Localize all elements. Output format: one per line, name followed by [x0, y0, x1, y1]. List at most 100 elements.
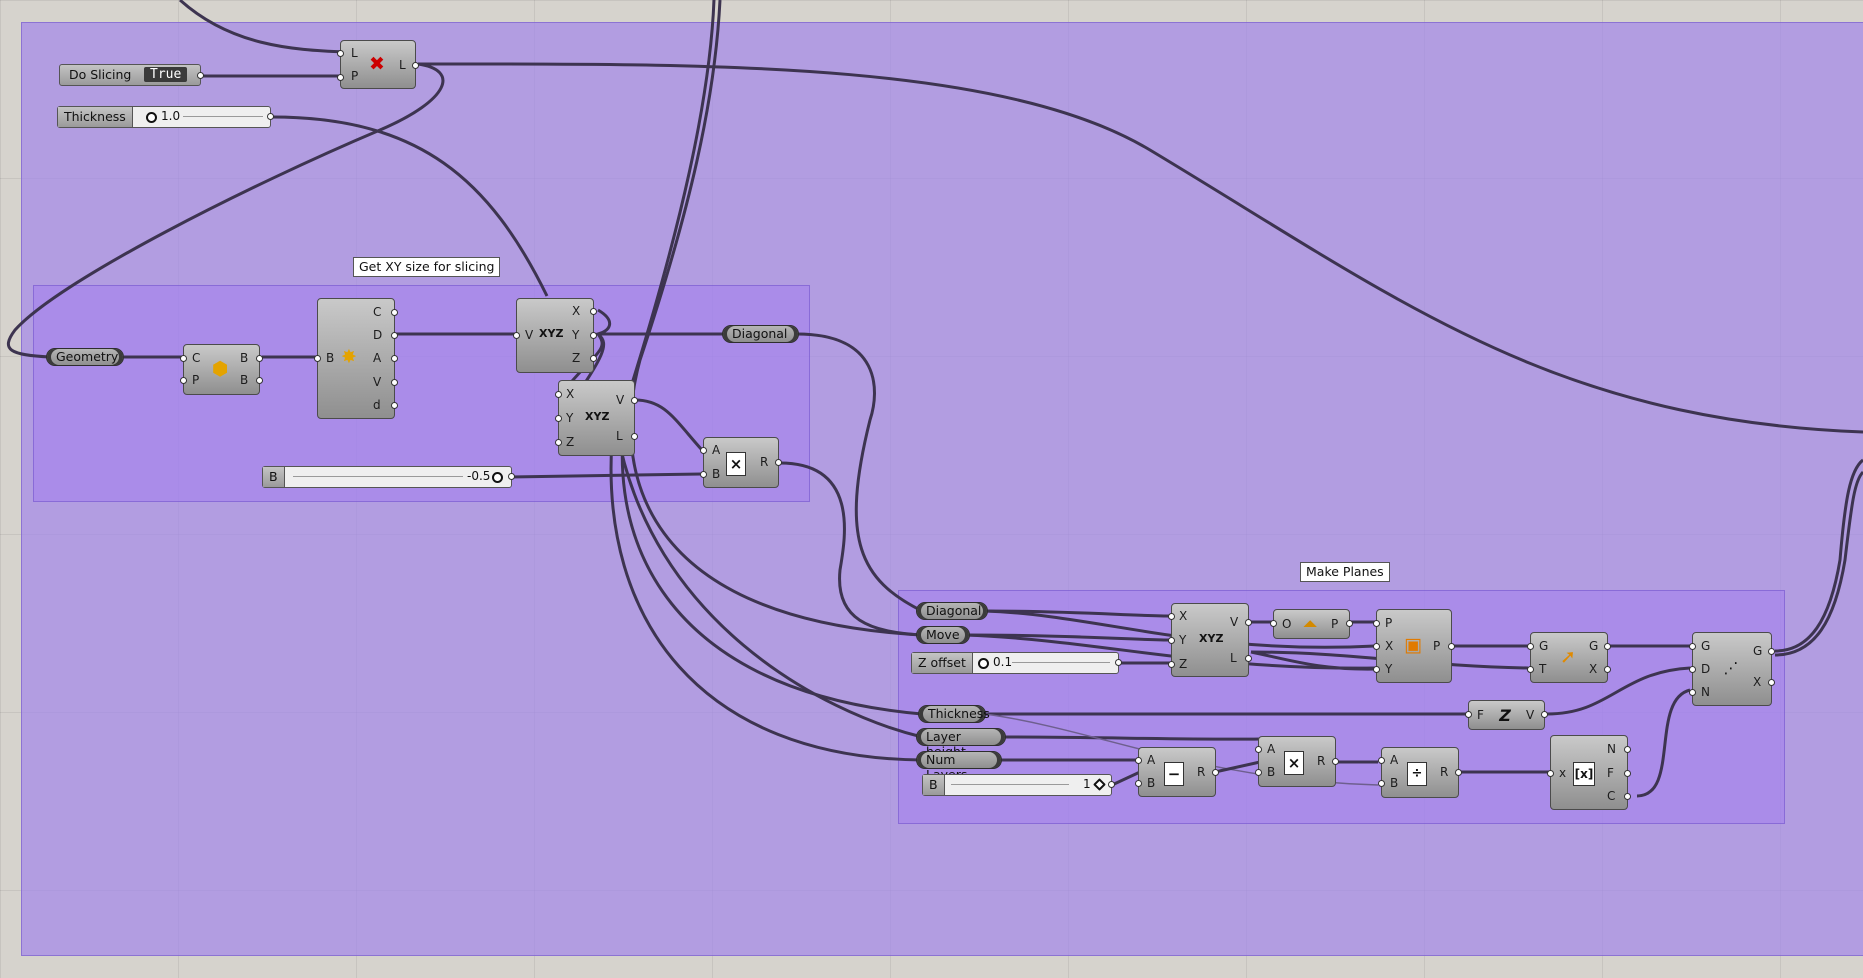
output-port[interactable]: [1604, 666, 1611, 673]
multiplication-component[interactable]: A B R ×: [1255, 736, 1339, 787]
slider-track[interactable]: [183, 116, 263, 117]
input-port[interactable]: [555, 391, 562, 398]
input-port[interactable]: [337, 50, 344, 57]
input-port[interactable]: [1373, 620, 1380, 627]
input-port[interactable]: [1373, 643, 1380, 650]
output-port[interactable]: [590, 332, 597, 339]
geometry-param[interactable]: Geometry: [46, 348, 124, 366]
output-port[interactable]: [631, 397, 638, 404]
diagonal-param[interactable]: Diagonal: [722, 325, 799, 343]
factor-slider[interactable]: B -0.5: [262, 466, 515, 488]
output-port[interactable]: [631, 433, 638, 440]
unit-z-component[interactable]: F V Z: [1465, 700, 1548, 730]
input-port[interactable]: [1168, 613, 1175, 620]
input-port[interactable]: [1168, 661, 1175, 668]
output-port[interactable]: [256, 377, 263, 384]
move-component[interactable]: G T G X ➚: [1527, 632, 1611, 683]
input-port[interactable]: [1527, 643, 1534, 650]
input-port[interactable]: [1527, 666, 1534, 673]
input-port[interactable]: [180, 355, 187, 362]
grasshopper-canvas[interactable]: L P L ✖ Do Slicing True Thickness 1.0 Ge…: [0, 0, 1863, 978]
vector-xyz-component[interactable]: X Y Z V L XYZ: [1168, 603, 1252, 677]
vector-xyz-component[interactable]: X Y Z V L XYZ: [555, 380, 638, 456]
input-port[interactable]: [1465, 711, 1472, 718]
output-port[interactable]: [508, 473, 515, 480]
do-slicing-toggle[interactable]: Do Slicing True: [59, 64, 204, 86]
thickness-param[interactable]: Thickness: [918, 705, 990, 723]
input-port[interactable]: [700, 471, 707, 478]
input-port[interactable]: [555, 415, 562, 422]
output-port[interactable]: [590, 355, 597, 362]
slider-track[interactable]: [293, 476, 463, 477]
output-port[interactable]: [256, 355, 263, 362]
input-port[interactable]: [1255, 746, 1262, 753]
output-port[interactable]: [391, 355, 398, 362]
output-port[interactable]: [391, 379, 398, 386]
box-properties-component[interactable]: B C D A V d ✸: [314, 298, 398, 419]
output-port[interactable]: [1212, 769, 1219, 776]
multiplication-component[interactable]: A B R ×: [700, 437, 782, 488]
expression-component[interactable]: x N F C [x]: [1547, 735, 1631, 810]
input-port[interactable]: [1547, 770, 1554, 777]
b-value-slider[interactable]: B 1: [922, 774, 1115, 796]
output-port[interactable]: [775, 459, 782, 466]
input-port[interactable]: [337, 74, 344, 81]
output-port[interactable]: [1768, 648, 1775, 655]
input-port[interactable]: [1378, 780, 1385, 787]
output-port[interactable]: [1245, 655, 1252, 662]
output-port[interactable]: [590, 308, 597, 315]
diagonal-param[interactable]: Diagonal: [916, 602, 988, 620]
input-port[interactable]: [1270, 620, 1277, 627]
slider-knob[interactable]: [978, 658, 989, 669]
move-param[interactable]: Move: [916, 626, 970, 644]
output-port[interactable]: [391, 402, 398, 409]
input-port[interactable]: [1168, 637, 1175, 644]
slider-knob[interactable]: [146, 112, 157, 123]
z-offset-slider[interactable]: Z offset 0.1: [911, 652, 1122, 674]
output-port[interactable]: [1624, 770, 1631, 777]
plane-origin-component[interactable]: P X Y P ▣: [1373, 609, 1455, 683]
subtraction-component[interactable]: A B R −: [1135, 747, 1219, 797]
output-port[interactable]: [1245, 619, 1252, 626]
output-port[interactable]: [1604, 643, 1611, 650]
division-component[interactable]: A B R ÷: [1378, 747, 1462, 798]
slider-knob[interactable]: [1093, 778, 1106, 791]
input-port[interactable]: [1135, 780, 1142, 787]
output-port[interactable]: [1448, 643, 1455, 650]
input-port[interactable]: [180, 377, 187, 384]
input-port[interactable]: [314, 355, 321, 362]
output-port[interactable]: [267, 113, 274, 120]
output-port[interactable]: [1541, 711, 1548, 718]
linear-array-component[interactable]: G D N G X ⋰: [1689, 632, 1775, 706]
output-port[interactable]: [1455, 769, 1462, 776]
slider-track[interactable]: [951, 784, 1069, 785]
xy-plane-component[interactable]: O P ⏶: [1270, 609, 1353, 639]
output-port[interactable]: [1332, 758, 1339, 765]
bounding-box-component[interactable]: C P B B ⬢: [180, 344, 263, 395]
layer-height-param[interactable]: Layer height: [916, 728, 1006, 759]
deconstruct-vector-component[interactable]: V X Y Z XYZ: [513, 298, 597, 373]
thickness-slider[interactable]: Thickness 1.0: [57, 106, 274, 128]
output-port[interactable]: [1108, 781, 1115, 788]
output-port[interactable]: [197, 72, 204, 79]
output-port[interactable]: [1624, 746, 1631, 753]
output-port[interactable]: [391, 309, 398, 316]
toggle-value[interactable]: True: [144, 67, 188, 82]
input-port[interactable]: [1255, 769, 1262, 776]
slider-knob[interactable]: [492, 472, 503, 483]
input-port[interactable]: [1689, 666, 1696, 673]
input-port[interactable]: [1135, 757, 1142, 764]
output-port[interactable]: [1624, 793, 1631, 800]
output-port[interactable]: [1346, 620, 1353, 627]
slider-track[interactable]: [1012, 662, 1110, 663]
input-port[interactable]: [1689, 643, 1696, 650]
input-port[interactable]: [700, 447, 707, 454]
output-port[interactable]: [1768, 679, 1775, 686]
output-port[interactable]: [391, 332, 398, 339]
cull-pattern-component[interactable]: L P L ✖: [337, 40, 419, 89]
input-port[interactable]: [1689, 689, 1696, 696]
input-port[interactable]: [1378, 757, 1385, 764]
input-port[interactable]: [513, 332, 520, 339]
input-port[interactable]: [555, 439, 562, 446]
output-port[interactable]: [412, 62, 419, 69]
